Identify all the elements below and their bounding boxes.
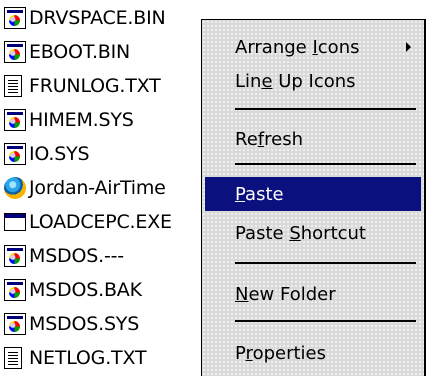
sys-file-icon — [4, 312, 26, 335]
file-item-loadcepc-exe[interactable]: LOADCEPC.EXE — [4, 206, 172, 237]
menu-separator — [235, 108, 416, 110]
file-name: DRVSPACE.BIN — [29, 6, 166, 29]
menu-item-paste[interactable]: Paste — [205, 177, 421, 211]
file-item-eboot-bin[interactable]: EBOOT.BIN — [4, 36, 130, 67]
menu-item-refresh[interactable]: Refresh — [205, 122, 421, 156]
sys-file-icon — [4, 244, 26, 267]
file-name: MSDOS.--- — [29, 244, 124, 267]
menu-label: Paste Shortcut — [235, 222, 366, 244]
menu-label: Line Up Icons — [235, 70, 356, 92]
submenu-arrow-icon — [406, 42, 411, 52]
menu-separator — [235, 163, 416, 165]
menu-item-arrange-icons[interactable]: Arrange Icons — [205, 30, 421, 64]
menu-label: Properties — [235, 342, 326, 364]
file-item-himem-sys[interactable]: HIMEM.SYS — [4, 104, 134, 135]
menu-item-line-up-icons[interactable]: Line Up Icons — [205, 64, 421, 98]
menu-separator — [235, 320, 416, 322]
file-name: EBOOT.BIN — [29, 40, 131, 63]
file-name: MSDOS.BAK — [29, 278, 142, 301]
menu-separator — [235, 262, 416, 264]
menu-item-new-folder[interactable]: New Folder — [205, 277, 421, 311]
file-item-msdos-sys[interactable]: MSDOS.SYS — [4, 308, 139, 339]
file-item-frunlog-txt[interactable]: FRUNLOG.TXT — [4, 70, 161, 101]
file-list: DRVSPACE.BIN EBOOT.BIN FRUNLOG.TXT HIMEM… — [0, 0, 210, 376]
file-name: Jordan-AirTime — [29, 176, 166, 199]
file-name: IO.SYS — [29, 142, 90, 165]
file-item-drvspace-bin[interactable]: DRVSPACE.BIN — [4, 2, 166, 33]
menu-label: Arrange Icons — [235, 36, 360, 58]
file-name: MSDOS.SYS — [29, 312, 140, 335]
exe-file-icon — [4, 212, 26, 231]
sys-file-icon — [4, 108, 26, 131]
file-item-msdos-bak[interactable]: MSDOS.BAK — [4, 274, 142, 305]
sys-file-icon — [4, 142, 26, 165]
menu-label: New Folder — [235, 283, 336, 305]
app-icon — [4, 176, 26, 199]
text-file-icon — [4, 74, 22, 97]
file-name: NETLOG.TXT — [29, 346, 147, 369]
context-menu: Arrange Icons Line Up Icons Refresh Past… — [201, 19, 426, 376]
text-file-icon — [4, 346, 22, 369]
file-item-io-sys[interactable]: IO.SYS — [4, 138, 90, 169]
sys-file-icon — [4, 278, 26, 301]
file-name: HIMEM.SYS — [29, 108, 134, 131]
menu-label: Paste — [235, 183, 284, 205]
sys-file-icon — [4, 6, 26, 29]
file-item-jordan-airtime[interactable]: Jordan-AirTime — [4, 172, 166, 203]
sys-file-icon — [4, 40, 26, 63]
file-name: LOADCEPC.EXE — [29, 210, 172, 233]
file-item-netlog-txt[interactable]: NETLOG.TXT — [4, 342, 147, 373]
file-name: FRUNLOG.TXT — [29, 74, 161, 97]
menu-label: Refresh — [235, 128, 303, 150]
menu-item-paste-shortcut[interactable]: Paste Shortcut — [205, 216, 421, 250]
menu-item-properties[interactable]: Properties — [205, 336, 421, 370]
file-item-msdos-dashes[interactable]: MSDOS.--- — [4, 240, 124, 271]
